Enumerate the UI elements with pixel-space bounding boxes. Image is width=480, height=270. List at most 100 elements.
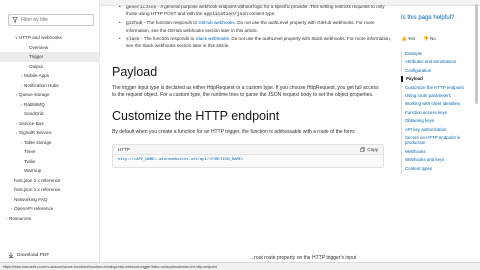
toc-link[interactable]: API key authorization [402,127,466,132]
sidebar-tree: ∨ HTTP and webhooks Overview Trigger Output ›… [0,33,100,223]
binding-type-tail: content type. [247,11,276,17]
article-content: genericJson - A general-purpose webhook … [112,0,392,262]
code-block-header: HTTP Copy [113,145,383,156]
sidebar-item-label: SendGrid [24,111,44,117]
sidebar-item[interactable]: › Mobile Apps [0,71,100,81]
sidebar-item[interactable]: › OpenAPI reference [0,204,100,214]
sidebar-item[interactable]: host.json 1.x reference [0,185,100,195]
toc-link[interactable]: Configuration [402,68,466,73]
right-panel: Is this page helpful? 👍 Yes 👎 No Example… [398,0,480,262]
toc-link[interactable]: Function access keys [402,110,466,115]
thumbs-down-icon: 👎 [423,36,429,41]
sidebar-item-label: Queue storage [19,92,50,98]
filter-icon [12,17,18,23]
inline-link[interactable]: Slack webhooks [196,36,229,41]
code-language-label: HTTP [118,147,130,153]
binding-type-code: genericJson [126,5,157,10]
sidebar-item-label: SignalR Service [19,130,52,136]
sidebar-item-label: OpenAPI reference [14,206,54,212]
thumbs-up-icon: 👍 [401,36,407,41]
sidebar-item[interactable]: SendGrid [0,109,100,119]
yes-label: Yes [407,36,416,41]
download-pdf-label: Download PDF [17,252,50,258]
binding-type-list: genericJson - A general-purpose webhook … [112,4,392,49]
sidebar-item-label: Notification Hubs [24,82,59,88]
code-line: http://<APP_NAME>.azurewebsites.net/api/… [113,155,383,168]
sidebar-item-label: Trigger [29,54,44,60]
scrollbar-thumb[interactable] [475,4,478,104]
sidebar-item-label: host.json 2.x reference [14,177,61,183]
sidebar-item[interactable]: Overview [0,43,100,53]
toc-link[interactable]: Webhooks [402,149,466,154]
filter-input[interactable]: Filter by title [8,14,94,26]
download-pdf-link[interactable]: Download PDF [8,252,49,258]
sidebar-item-label: Service Bus [19,120,44,126]
binding-type-item: github - The function responds to GitHub… [112,20,392,33]
binding-type-code: github [126,21,143,27]
sidebar-item[interactable]: › Notification Hubs [0,81,100,91]
sidebar-item-label: Output [29,63,43,69]
download-icon [8,252,14,258]
sidebar-item[interactable]: › Resources [0,214,100,224]
inline-code: application/json [203,12,248,18]
continued-text: ...rout route property on the HTTP trigg… [250,255,357,261]
copy-label: Copy [367,147,378,153]
sidebar-item[interactable]: Timer [0,147,100,157]
sidebar-item-label: host.json 1.x reference [14,187,61,193]
toc-link[interactable]: Obtaining keys [402,118,466,123]
payload-paragraph: The trigger input type is declared as ei… [112,85,379,99]
copy-button[interactable]: Copy [360,147,378,152]
binding-type-code: slack [126,36,140,42]
customize-paragraph: By default when you create a function fo… [112,129,356,136]
binding-type-text: - The function responds to [139,35,196,41]
payload-heading: Payload [112,65,158,80]
toc-link[interactable]: Content types [402,166,466,171]
sidebar-item-label: HTTP and webhooks [19,35,62,41]
sidebar-item[interactable]: Twilio [0,157,100,167]
binding-type-item: genericJson - A general-purpose webhook … [112,4,392,18]
sidebar-item-label: Resources [9,215,31,221]
sidebar-item-label: Twilio [24,158,36,164]
sidebar-item[interactable]: Warmup [0,166,100,176]
binding-type-item: slack - The function responds to Slack w… [112,36,392,49]
sidebar-item-label: Mobile Apps [24,73,50,79]
no-label: No [430,36,436,41]
sidebar-item-label: RabbitMQ [24,101,45,107]
filter-placeholder: Filter by title [21,17,48,23]
in-this-article-toc: Example Attributes and annotations Configu… [401,51,466,175]
toc-link[interactable]: Attributes and annotations [402,59,466,64]
sidebar-item-label: Warmup [24,168,42,174]
sidebar-item[interactable]: host.json 2.x reference [0,176,100,186]
sidebar-item-label: Table storage [24,139,52,145]
toc-link[interactable]: Secure an HTTP endpoint in production [402,135,466,146]
sidebar-item-label: Networking FAQ [14,196,48,202]
feedback-yes-button[interactable]: 👍 Yes [401,36,415,42]
sidebar-toc: Filter by title ∨ HTTP and webhooks Overvi… [0,0,100,270]
sidebar-item[interactable]: › Service Bus [0,119,100,129]
sidebar-item[interactable]: Trigger [0,52,100,62]
copy-icon [360,147,366,152]
sidebar-item[interactable]: Output [0,62,100,72]
sidebar-item[interactable]: › SignalR Service [0,128,100,138]
toc-link[interactable]: Working with client identities [402,101,466,106]
sidebar-item-label: Timer [24,149,36,155]
code-block: HTTP Copy http://<APP_NAME>.azurewebsite… [112,144,384,169]
sidebar-item-label: Overview [29,44,49,50]
customize-heading: Customize the HTTP endpoint [112,109,280,124]
sidebar-item[interactable]: Networking FAQ [0,195,100,205]
feedback-no-button[interactable]: 👎 No [423,36,436,42]
toc-link[interactable]: Customize the HTTP endpoint [402,85,466,90]
sidebar-item[interactable]: › Table storage [0,138,100,148]
toc-link[interactable]: Payload [401,76,466,82]
toc-link[interactable]: Webhooks and keys [402,157,466,162]
toc-link[interactable]: Example [402,51,466,56]
status-bar-url: https://docs.microsoft.com/en-us/azure/a… [0,262,480,270]
sidebar-item[interactable]: › Queue storage [0,90,100,100]
feedback-title: Is this page helpful? [401,15,455,21]
sidebar-item[interactable]: ∨ HTTP and webhooks [0,33,100,43]
sidebar-item[interactable]: › RabbitMQ [0,100,100,110]
inline-link[interactable]: GitHub webhooks [198,20,234,25]
feedback-buttons: 👍 Yes 👎 No [401,36,436,42]
toc-link[interactable]: Using route parameters [402,93,466,98]
binding-type-text: - The function responds to [142,20,199,26]
